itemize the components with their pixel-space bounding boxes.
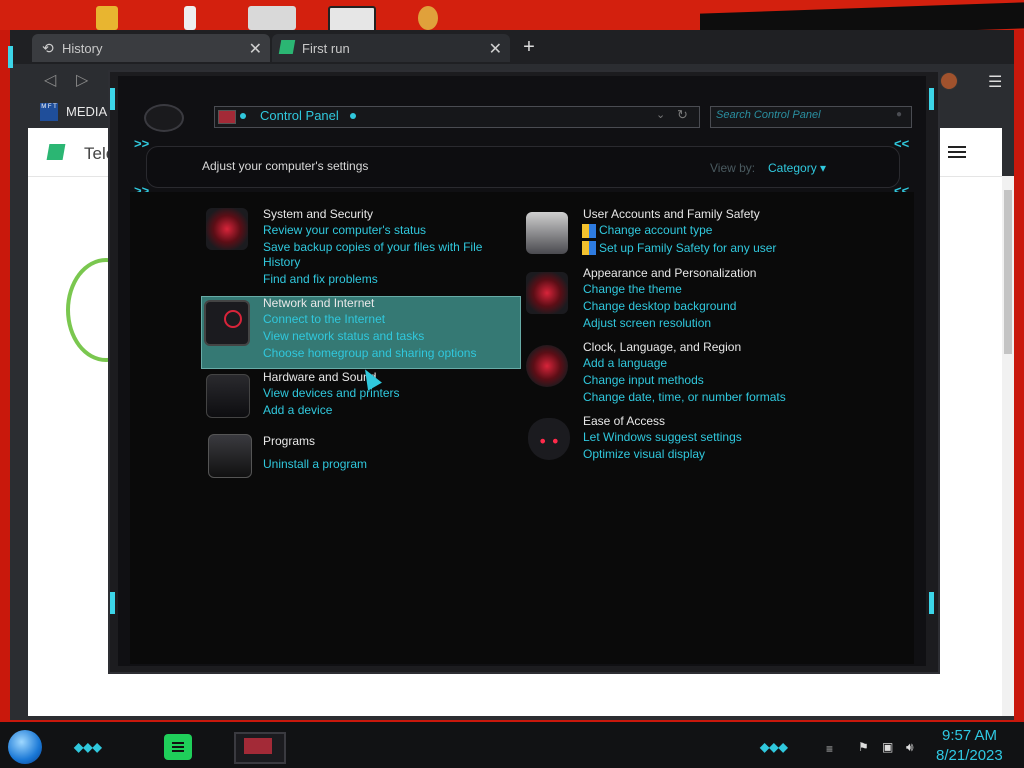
action-center-flag-icon[interactable]: ⚑: [858, 740, 872, 754]
app-logo-icon: [278, 40, 296, 54]
control-panel-icon: [244, 738, 272, 754]
link-uninstall[interactable]: Uninstall a program: [263, 457, 367, 471]
frame-accent: [110, 592, 115, 614]
category-system-security[interactable]: System and Security: [263, 207, 373, 221]
breadcrumb-dot-icon: [350, 113, 356, 119]
link-devices-printers[interactable]: View devices and printers: [263, 386, 400, 400]
view-by-dropdown[interactable]: Category ▾: [768, 161, 826, 175]
link-connect-internet[interactable]: Connect to the Internet: [263, 312, 385, 326]
chevron-right-icon: >>: [134, 136, 150, 151]
frame-accent: [8, 46, 13, 68]
tab-history[interactable]: ⟲ History ✕: [32, 34, 270, 62]
chevron-down-icon[interactable]: ⌄: [656, 108, 665, 121]
taskbar-chevrons-icon: ◆◆◆: [760, 740, 788, 754]
programs-icon[interactable]: [208, 434, 252, 478]
link-desktop-background[interactable]: Change desktop background: [583, 299, 736, 313]
category-network[interactable]: Network and Internet: [263, 296, 374, 310]
forward-icon[interactable]: ▷: [76, 70, 88, 90]
link-add-device[interactable]: Add a device: [263, 403, 332, 417]
hamburger-icon[interactable]: [948, 146, 966, 160]
link-review-status[interactable]: Review your computer's status: [263, 223, 426, 237]
category-ease-of-access[interactable]: Ease of Access: [583, 414, 665, 428]
menu-icon[interactable]: ☰: [988, 72, 1002, 92]
tab-label: First run: [302, 41, 350, 56]
user-accounts-icon[interactable]: [526, 212, 568, 254]
desktop-icon-folder[interactable]: [96, 6, 118, 30]
link-homegroup[interactable]: Choose homegroup and sharing options: [263, 346, 476, 360]
tab-first-run[interactable]: First run ✕: [272, 34, 510, 62]
new-tab-button[interactable]: +: [518, 36, 540, 58]
volume-icon[interactable]: 🔊︎: [906, 740, 920, 754]
show-desktop-icon[interactable]: ≡: [826, 742, 833, 756]
history-icon: ⟲: [42, 40, 54, 56]
profile-avatar[interactable]: [940, 72, 958, 90]
alien-emblem-icon: [144, 104, 184, 132]
back-icon[interactable]: ◁: [44, 70, 56, 90]
link-screen-resolution[interactable]: Adjust screen resolution: [583, 316, 711, 330]
category-programs[interactable]: Programs: [263, 434, 315, 448]
clock-region-icon[interactable]: [526, 345, 568, 387]
page-heading: Adjust your computer's settings: [202, 159, 369, 173]
link-change-theme[interactable]: Change the theme: [583, 282, 682, 296]
uac-shield-icon: [582, 224, 596, 238]
clock-time[interactable]: 9:57 AM: [942, 727, 997, 744]
taskbar-chevrons-icon: ◆◆◆: [74, 740, 102, 754]
link-optimize-display[interactable]: Optimize visual display: [583, 447, 705, 461]
tab-label: History: [62, 41, 103, 56]
frame-accent: [929, 88, 934, 110]
link-date-formats[interactable]: Change date, time, or number formats: [583, 390, 786, 404]
link-family-safety[interactable]: Set up Family Safety for any user: [599, 241, 776, 255]
scrollbar-thumb[interactable]: [1004, 190, 1012, 354]
desktop-icon-app[interactable]: [248, 6, 296, 30]
appearance-icon[interactable]: [526, 272, 568, 314]
system-security-icon[interactable]: [206, 208, 248, 250]
breadcrumb[interactable]: Control Panel: [260, 108, 339, 123]
clock-date[interactable]: 8/21/2023: [936, 747, 1003, 764]
category-appearance[interactable]: Appearance and Personalization: [583, 266, 756, 280]
bookmark-icon: M F T: [40, 103, 58, 121]
link-add-language[interactable]: Add a language: [583, 356, 667, 370]
link-fix-problems[interactable]: Find and fix problems: [263, 272, 378, 286]
refresh-icon[interactable]: ↻: [677, 107, 688, 123]
category-clock-region[interactable]: Clock, Language, and Region: [583, 340, 741, 354]
frame-accent: [929, 592, 934, 614]
spotify-icon: [172, 742, 184, 744]
control-panel-icon: [218, 110, 236, 124]
breadcrumb-dot-icon: [240, 113, 246, 119]
link-network-status[interactable]: View network status and tasks: [263, 329, 424, 343]
search-icon[interactable]: ●: [896, 109, 902, 120]
link-input-methods[interactable]: Change input methods: [583, 373, 704, 387]
uac-shield-icon: [582, 241, 596, 255]
frame-accent: [110, 88, 115, 110]
close-icon[interactable]: ✕: [489, 39, 502, 59]
link-change-account-type[interactable]: Change account type: [599, 223, 712, 237]
category-user-accounts[interactable]: User Accounts and Family Safety: [583, 207, 760, 221]
desktop-icon-avatar[interactable]: [418, 6, 438, 30]
start-button[interactable]: [8, 730, 42, 764]
hardware-sound-icon[interactable]: [206, 374, 250, 418]
desktop-icon-bottle[interactable]: [184, 6, 196, 30]
alien-head-icon[interactable]: [528, 418, 570, 460]
search-placeholder: Search Control Panel: [716, 109, 821, 121]
globe-icon: [224, 310, 242, 328]
categories-panel: [130, 192, 914, 664]
close-icon[interactable]: ✕: [249, 39, 262, 59]
site-logo-icon[interactable]: [46, 144, 66, 160]
link-suggest-settings[interactable]: Let Windows suggest settings: [583, 430, 742, 444]
link-file-history[interactable]: Save backup copies of your files with Fi…: [263, 240, 503, 270]
view-by-label: View by:: [710, 161, 756, 175]
spotify-taskbar-button[interactable]: [164, 734, 192, 760]
network-tray-icon[interactable]: ▣: [882, 740, 896, 754]
